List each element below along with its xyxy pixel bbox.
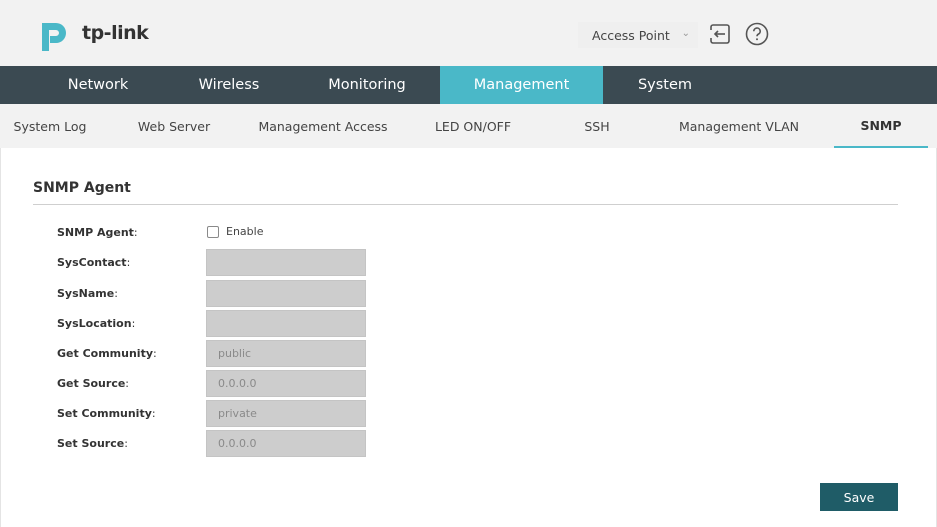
snmp-agent-label: SNMP Agent: bbox=[57, 226, 138, 239]
main-nav: Network Wireless Monitoring Management S… bbox=[0, 66, 937, 104]
set-community-input[interactable]: private bbox=[206, 400, 366, 427]
tab-management[interactable]: Management bbox=[440, 66, 603, 104]
content-left-border bbox=[0, 148, 1, 527]
tab-system[interactable]: System bbox=[603, 66, 727, 104]
sub-nav: System Log Web Server Management Access … bbox=[0, 104, 937, 148]
subtab-web-server[interactable]: Web Server bbox=[118, 104, 230, 148]
get-community-input[interactable]: public bbox=[206, 340, 366, 367]
sysname-label: SysName: bbox=[57, 287, 118, 300]
subtab-ssh[interactable]: SSH bbox=[560, 104, 634, 148]
help-icon[interactable] bbox=[745, 22, 769, 46]
top-bar: tp-link Access Point ⌄ bbox=[0, 0, 937, 66]
syslocation-input[interactable] bbox=[206, 310, 366, 337]
chevron-down-icon: ⌄ bbox=[681, 28, 690, 39]
subtab-led-on-off[interactable]: LED ON/OFF bbox=[418, 104, 528, 148]
tab-wireless[interactable]: Wireless bbox=[164, 66, 294, 104]
logout-icon[interactable] bbox=[708, 22, 732, 46]
snmp-agent-enable-label: Enable bbox=[226, 225, 264, 238]
set-source-label: Set Source: bbox=[57, 437, 128, 450]
subtab-management-access[interactable]: Management Access bbox=[250, 104, 396, 148]
syscontact-input[interactable] bbox=[206, 249, 366, 276]
tp-link-logo[interactable]: tp-link bbox=[38, 15, 149, 51]
tab-network[interactable]: Network bbox=[32, 66, 164, 104]
syscontact-label: SysContact: bbox=[57, 256, 131, 269]
operation-mode-select[interactable]: Access Point ⌄ bbox=[578, 22, 698, 48]
snmp-agent-enable-checkbox[interactable] bbox=[207, 226, 219, 238]
save-button[interactable]: Save bbox=[820, 483, 898, 511]
section-divider bbox=[33, 204, 898, 205]
set-source-input[interactable]: 0.0.0.0 bbox=[206, 430, 366, 457]
subtab-snmp[interactable]: SNMP bbox=[834, 104, 928, 148]
get-source-label: Get Source: bbox=[57, 377, 130, 390]
syslocation-label: SysLocation: bbox=[57, 317, 136, 330]
tab-monitoring[interactable]: Monitoring bbox=[294, 66, 440, 104]
subtab-management-vlan[interactable]: Management VLAN bbox=[664, 104, 814, 148]
tp-link-logo-icon bbox=[42, 23, 66, 51]
brand-name: tp-link bbox=[82, 22, 149, 44]
sysname-input[interactable] bbox=[206, 280, 366, 307]
get-source-input[interactable]: 0.0.0.0 bbox=[206, 370, 366, 397]
get-community-label: Get Community: bbox=[57, 347, 157, 360]
section-title: SNMP Agent bbox=[33, 180, 131, 196]
operation-mode-value: Access Point bbox=[592, 27, 670, 43]
subtab-system-log[interactable]: System Log bbox=[0, 104, 100, 148]
set-community-label: Set Community: bbox=[57, 407, 156, 420]
